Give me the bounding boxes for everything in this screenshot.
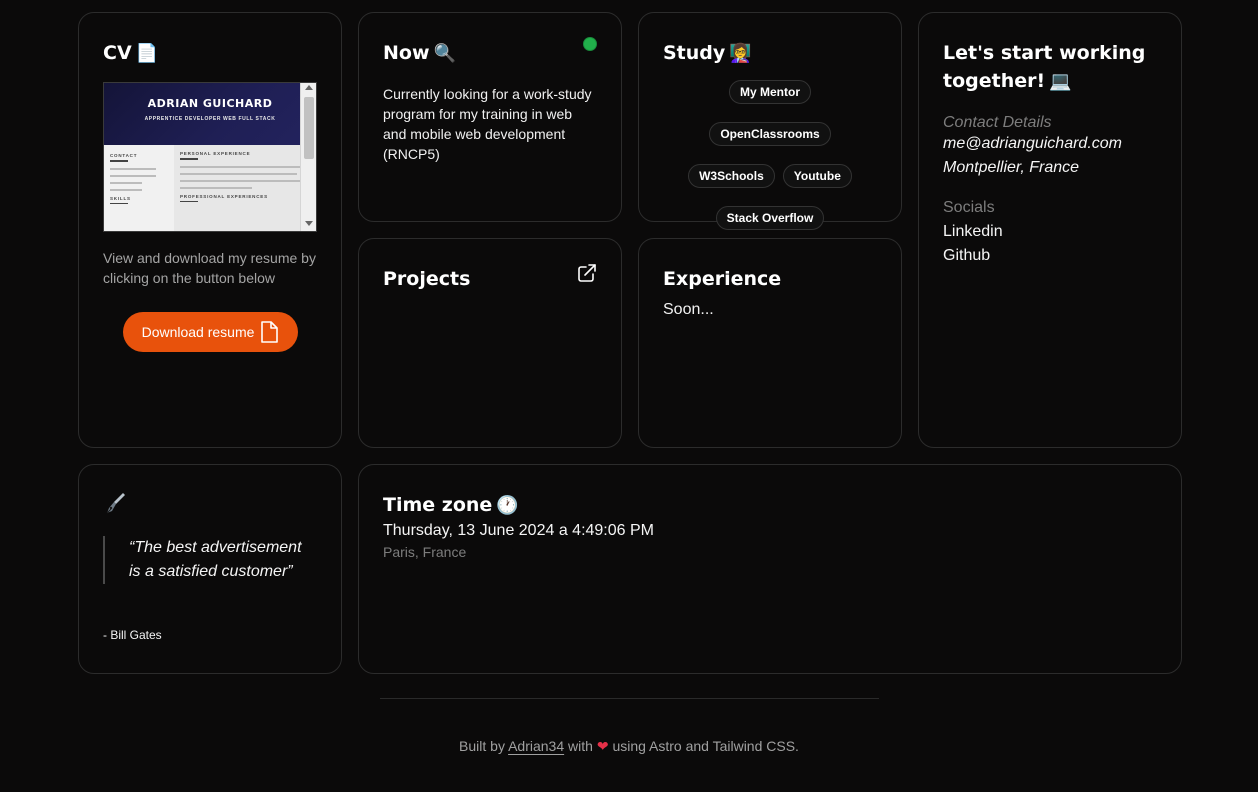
study-card: Study 👩‍🏫 My Mentor OpenClassrooms W3Scho… [638, 12, 902, 230]
cv-card: CV 📄 ADRIAN GUICHARD APPRENTICE DEVELOPER… [78, 12, 342, 448]
resume-text-line [110, 174, 157, 177]
github-link[interactable]: Github [943, 244, 1157, 268]
experience-title: Experience [663, 268, 782, 290]
resume-header: ADRIAN GUICHARD APPRENTICE DEVELOPER WEB… [104, 83, 316, 145]
timezone-title-text: Time zone [383, 494, 493, 516]
footer-with: with [568, 738, 593, 754]
resume-contact-label: CONTACT [110, 153, 138, 158]
resume-name: ADRIAN GUICHARD [147, 97, 273, 110]
quote-card: “The best advertisement is a satisfied c… [78, 464, 342, 674]
resume-preview[interactable]: ADRIAN GUICHARD APPRENTICE DEVELOPER WEB… [103, 82, 317, 232]
quote-author: - Bill Gates [103, 628, 162, 642]
magnifier-icon: 🔍 [433, 43, 456, 64]
timezone-title: Time zone 🕐 [383, 491, 1157, 520]
footer: Built by Adrian34 with ❤ using Astro and… [0, 738, 1258, 755]
footer-built-by: Built by [459, 738, 505, 754]
resume-text-line [110, 167, 157, 170]
resume-text-line [180, 179, 300, 182]
footer-author-link[interactable]: Adrian34 [508, 738, 564, 754]
file-icon [261, 321, 279, 343]
heart-icon: ❤ [596, 738, 609, 754]
status-indicator [583, 37, 597, 51]
cv-description: View and download my resume by clicking … [103, 250, 316, 286]
resume-professional-label: PROFESSIONAL EXPERIENCES [180, 193, 268, 199]
resume-text-line [180, 172, 297, 175]
study-title-text: Study [663, 42, 726, 64]
download-resume-button[interactable]: Download resume [122, 312, 298, 352]
fountain-pen-icon [106, 493, 125, 514]
contact-card: Let's start working together! 💻 Contact D… [918, 12, 1182, 448]
scroll-down-icon[interactable] [305, 221, 313, 226]
resume-divider [180, 158, 198, 160]
now-title-text: Now [383, 42, 430, 64]
resume-divider [110, 202, 128, 204]
study-tag-stack-overflow[interactable]: Stack Overflow [715, 206, 825, 230]
cv-title: CV 📄 [103, 39, 317, 68]
now-description: Currently looking for a work-study progr… [383, 86, 592, 162]
resume-scrollbar[interactable] [300, 83, 316, 231]
contact-title: Let's start working together! 💻 [943, 39, 1157, 96]
resume-divider [110, 160, 128, 162]
resume-body: CONTACT SKILLS PERSONAL EXPERIENCE PROFE… [104, 145, 316, 231]
study-title: Study 👩‍🏫 [663, 39, 877, 68]
study-tag-my-mentor[interactable]: My Mentor [729, 80, 811, 104]
contact-email-link[interactable]: me@adrianguichard.com [943, 132, 1157, 156]
resume-skills-label: SKILLS [110, 195, 131, 201]
socials-label: Socials [943, 199, 995, 216]
timezone-place: Paris, France [383, 544, 467, 560]
projects-title: Projects [383, 268, 471, 290]
scroll-up-icon[interactable] [305, 85, 313, 90]
contact-details-label: Contact Details [943, 114, 1052, 131]
footer-using: using Astro and Tailwind CSS. [612, 738, 799, 754]
quote-text: “The best advertisement is a satisfied c… [129, 539, 302, 580]
clock-icon: 🕐 [496, 495, 519, 516]
cv-title-text: CV [103, 42, 132, 64]
projects-card[interactable]: Projects [358, 238, 622, 448]
study-tag-openclassrooms[interactable]: OpenClassrooms [709, 122, 831, 146]
resume-role: APPRENTICE DEVELOPER WEB FULL STACK [144, 116, 276, 122]
now-card: Now 🔍 Currently looking for a work-study … [358, 12, 622, 222]
resume-text-line [110, 188, 142, 191]
laptop-icon: 💻 [1049, 71, 1072, 92]
contact-title-text: Let's start working together! [943, 42, 1146, 92]
timezone-datetime: Thursday, 13 June 2024 a 4:49:06 PM [383, 522, 654, 539]
linkedin-link[interactable]: Linkedin [943, 220, 1157, 244]
resume-right-column: PERSONAL EXPERIENCE PROFESSIONAL EXPERIE… [174, 145, 316, 231]
timezone-card: Time zone 🕐 Thursday, 13 June 2024 a 4:49… [358, 464, 1182, 674]
footer-divider [380, 698, 879, 699]
resume-text-line [110, 181, 142, 184]
study-tags: My Mentor OpenClassrooms W3Schools Youtu… [663, 80, 877, 230]
study-tag-youtube[interactable]: Youtube [782, 164, 852, 188]
study-tag-w3schools[interactable]: W3Schools [688, 164, 775, 188]
resume-divider [180, 200, 198, 202]
contact-location: Montpellier, France [943, 159, 1080, 176]
external-link-icon[interactable] [577, 263, 597, 283]
experience-card: Experience Soon... [638, 238, 902, 448]
download-resume-label: Download resume [141, 324, 255, 340]
resume-text-line [180, 186, 252, 189]
quote-block: “The best advertisement is a satisfied c… [103, 536, 317, 584]
resume-left-column: CONTACT SKILLS [104, 145, 174, 231]
scroll-thumb[interactable] [304, 97, 314, 159]
resume-personal-label: PERSONAL EXPERIENCE [180, 151, 251, 156]
document-icon: 📄 [135, 43, 159, 64]
resume-text-line [180, 165, 304, 168]
now-title: Now 🔍 [383, 39, 597, 68]
experience-text: Soon... [663, 301, 714, 318]
teacher-icon: 👩‍🏫 [729, 43, 752, 64]
